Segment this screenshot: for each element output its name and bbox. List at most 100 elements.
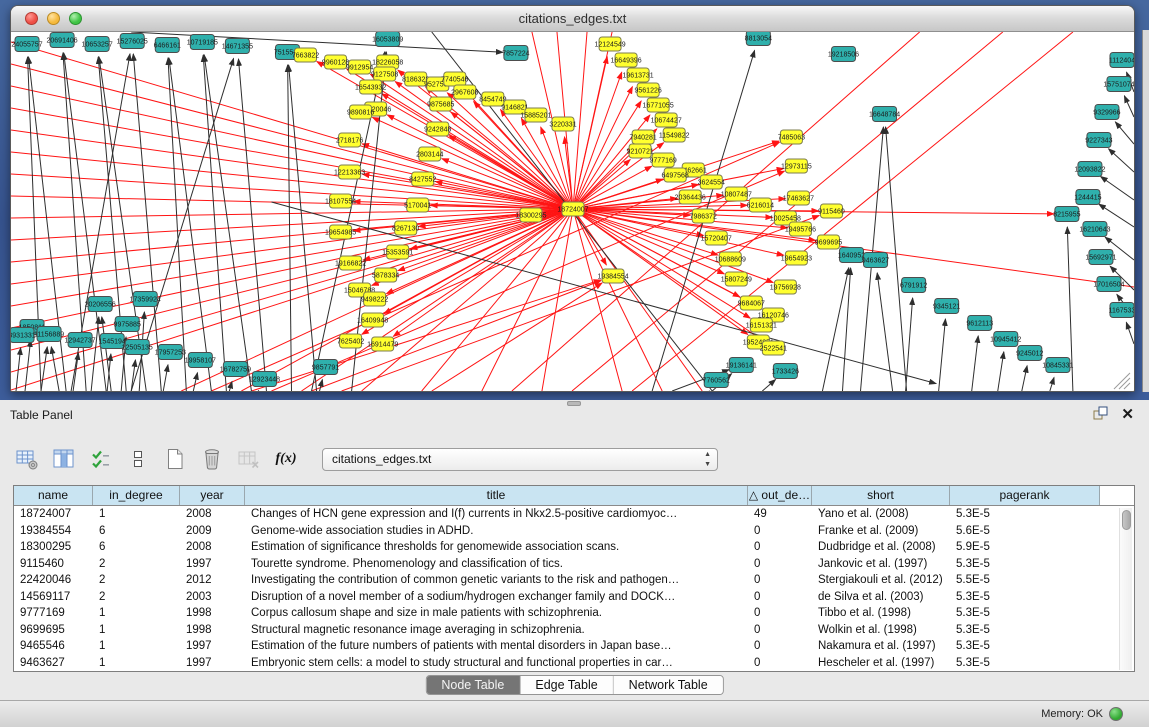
- table-cell[interactable]: Franke et al. (2009): [812, 523, 950, 540]
- table-cell[interactable]: 2003: [180, 589, 245, 606]
- table-cell[interactable]: Hescheler et al. (1997): [812, 655, 950, 672]
- table-cell[interactable]: 9777169: [14, 605, 93, 622]
- table-scrollbar-thumb[interactable]: [1122, 510, 1131, 530]
- table-cell[interactable]: Disruption of a novel member of a sodium…: [245, 589, 748, 606]
- table-cell[interactable]: 5.3E-5: [950, 655, 1100, 672]
- float-panel-icon[interactable]: [1093, 406, 1109, 426]
- table-cell[interactable]: Embryonic stem cells: a model to study s…: [245, 655, 748, 672]
- column-header-out_de[interactable]: △ out_de…: [748, 486, 812, 505]
- table-cell[interactable]: 6: [93, 539, 180, 556]
- tab-network-table[interactable]: Network Table: [614, 676, 723, 694]
- table-cell[interactable]: 1998: [180, 622, 245, 639]
- table-cell[interactable]: Estimation of the future numbers of pati…: [245, 638, 748, 655]
- table-cell[interactable]: 1: [93, 605, 180, 622]
- table-cell[interactable]: 9463627: [14, 655, 93, 672]
- table-cell[interactable]: 1: [93, 655, 180, 672]
- table-cell[interactable]: 18300295: [14, 539, 93, 556]
- create-new-column-icon[interactable]: [162, 447, 188, 471]
- table-row[interactable]: 969969511998Structural magnetic resonanc…: [14, 622, 1134, 639]
- table-cell[interactable]: Nakamura et al. (1997): [812, 638, 950, 655]
- table-cell[interactable]: 1998: [180, 605, 245, 622]
- network-window[interactable]: citations_edges.txt 24055757206914061065…: [10, 5, 1135, 392]
- table-row[interactable]: 1872400712008Changes of HCN gene express…: [14, 506, 1134, 523]
- table-cell[interactable]: 1997: [180, 556, 245, 573]
- column-header-year[interactable]: year: [180, 486, 245, 505]
- table-cell[interactable]: 2008: [180, 506, 245, 523]
- table-cell[interactable]: Tibbo et al. (1998): [812, 605, 950, 622]
- table-cell[interactable]: 1997: [180, 655, 245, 672]
- table-cell[interactable]: 5.3E-5: [950, 622, 1100, 639]
- table-cell[interactable]: 5.3E-5: [950, 556, 1100, 573]
- network-canvas[interactable]: 2405575720691406106532571527602564661611…: [11, 32, 1134, 391]
- table-cell[interactable]: Genome-wide association studies in ADHD.: [245, 523, 748, 540]
- table-cell[interactable]: 0: [748, 605, 812, 622]
- table-cell[interactable]: 1: [93, 506, 180, 523]
- table-cell[interactable]: 5.3E-5: [950, 589, 1100, 606]
- table-cell[interactable]: 0: [748, 539, 812, 556]
- network-graph[interactable]: 2405575720691406106532571527602564661611…: [11, 32, 1134, 391]
- table-cell[interactable]: 9115460: [14, 556, 93, 573]
- table-cell[interactable]: 9699695: [14, 622, 93, 639]
- table-cell[interactable]: Yano et al. (2008): [812, 506, 950, 523]
- column-header-title[interactable]: title: [245, 486, 748, 505]
- table-cell[interactable]: 1: [93, 638, 180, 655]
- table-cell[interactable]: 5.3E-5: [950, 506, 1100, 523]
- table-cell[interactable]: Dudbridge et al. (2008): [812, 539, 950, 556]
- resize-grip-icon[interactable]: [1124, 383, 1130, 389]
- table-cell[interactable]: Corpus callosum shape and size in male p…: [245, 605, 748, 622]
- table-cell[interactable]: 0: [748, 572, 812, 589]
- table-cell[interactable]: 22420046: [14, 572, 93, 589]
- table-cell[interactable]: Wolkin et al. (1998): [812, 622, 950, 639]
- row-options-icon[interactable]: [125, 447, 151, 471]
- table-cell[interactable]: 1: [93, 622, 180, 639]
- table-row[interactable]: 946362711997Embryonic stem cells: a mode…: [14, 655, 1134, 672]
- table-cell[interactable]: 5.3E-5: [950, 638, 1100, 655]
- table-select[interactable]: citations_edges.txt ▲▼: [322, 448, 718, 471]
- table-cell[interactable]: Estimation of significance thresholds fo…: [245, 539, 748, 556]
- table-cell[interactable]: 2: [93, 589, 180, 606]
- tab-node-table[interactable]: Node Table: [426, 676, 520, 694]
- select-all-rows-icon[interactable]: [88, 447, 114, 471]
- table-cell[interactable]: 49: [748, 506, 812, 523]
- table-row[interactable]: 946554611997Estimation of the future num…: [14, 638, 1134, 655]
- show-columns-icon[interactable]: [51, 447, 77, 471]
- tab-edge-table[interactable]: Edge Table: [520, 676, 613, 694]
- table-row[interactable]: 977716911998Corpus callosum shape and si…: [14, 605, 1134, 622]
- table-cell[interactable]: 14569117: [14, 589, 93, 606]
- table-cell[interactable]: 2012: [180, 572, 245, 589]
- table-cell[interactable]: Changes of HCN gene expression and I(f) …: [245, 506, 748, 523]
- table-row[interactable]: 1830029562008Estimation of significance …: [14, 539, 1134, 556]
- table-cell[interactable]: 0: [748, 655, 812, 672]
- table-cell[interactable]: Structural magnetic resonance image aver…: [245, 622, 748, 639]
- delete-table-icon[interactable]: [236, 447, 262, 471]
- table-cell[interactable]: 18724007: [14, 506, 93, 523]
- table-cell[interactable]: 1997: [180, 638, 245, 655]
- table-cell[interactable]: 0: [748, 556, 812, 573]
- table-cell[interactable]: 0: [748, 523, 812, 540]
- table-cell[interactable]: Investigating the contribution of common…: [245, 572, 748, 589]
- window-titlebar[interactable]: citations_edges.txt: [11, 6, 1134, 32]
- column-header-name[interactable]: name: [14, 486, 93, 505]
- table-cell[interactable]: 19384554: [14, 523, 93, 540]
- table-cell[interactable]: 5.6E-5: [950, 523, 1100, 540]
- table-cell[interactable]: Stergiakouli et al. (2012): [812, 572, 950, 589]
- table-cell[interactable]: 0: [748, 622, 812, 639]
- column-header-short[interactable]: short: [812, 486, 950, 505]
- table-cell[interactable]: 9465546: [14, 638, 93, 655]
- function-builder-icon[interactable]: f(x): [273, 447, 299, 471]
- table-cell[interactable]: 2009: [180, 523, 245, 540]
- table-cell[interactable]: 0: [748, 589, 812, 606]
- column-header-pagerank[interactable]: pagerank: [950, 486, 1100, 505]
- table-cell[interactable]: 6: [93, 523, 180, 540]
- table-row[interactable]: 911546021997Tourette syndrome. Phenomeno…: [14, 556, 1134, 573]
- close-panel-icon[interactable]: ✕: [1121, 405, 1134, 423]
- delete-columns-icon[interactable]: [199, 447, 225, 471]
- table-scrollbar[interactable]: [1119, 508, 1132, 670]
- table-cell[interactable]: 2: [93, 556, 180, 573]
- table-cell[interactable]: 2: [93, 572, 180, 589]
- table-cell[interactable]: 5.5E-5: [950, 572, 1100, 589]
- column-header-in_degree[interactable]: in_degree: [93, 486, 180, 505]
- table-cell[interactable]: Tourette syndrome. Phenomenology and cla…: [245, 556, 748, 573]
- table-row[interactable]: 1938455462009Genome-wide association stu…: [14, 523, 1134, 540]
- table-row[interactable]: 1456911722003Disruption of a novel membe…: [14, 589, 1134, 606]
